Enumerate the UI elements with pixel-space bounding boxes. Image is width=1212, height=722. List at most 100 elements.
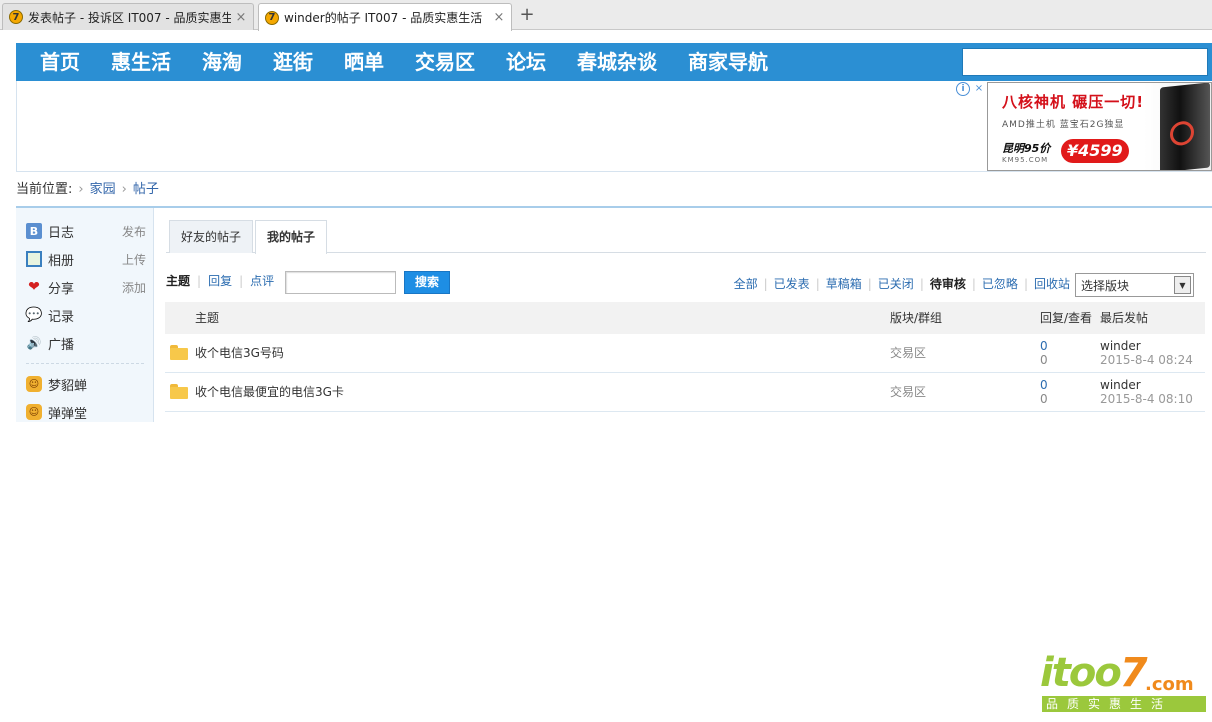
post-subject-link[interactable]: 收个电信最便宜的电信3G卡 (195, 373, 344, 412)
blog-icon: B (26, 223, 42, 239)
status-ignored[interactable]: 已忽略 (982, 274, 1018, 294)
browser-tab-title: winder的帖子 IT007 - 品质实惠生活 (284, 11, 483, 25)
search-button[interactable]: 搜索 (404, 271, 450, 294)
status-published[interactable]: 已发表 (774, 274, 810, 294)
status-pending[interactable]: 待审核 (930, 274, 966, 294)
post-tabs: 好友的帖子 我的帖子 (166, 220, 1206, 254)
sidebar-item-record: 💬 记录 (25, 305, 146, 325)
chevron-down-icon[interactable]: ▼ (1174, 276, 1191, 294)
sidebar-action-add[interactable]: 添加 (122, 279, 146, 296)
sidebar-app-label[interactable]: 弹弹堂 (48, 403, 146, 422)
breadcrumb: 当前位置: › 家园 › 帖子 (16, 180, 159, 200)
ad-banner[interactable]: 八核神机 碾压一切! AMD推土机 蓝宝石2G独显 昆明95价 KM95.COM… (987, 82, 1212, 171)
nav-item-chuncheng-talk[interactable]: 春城杂谈 (577, 43, 657, 81)
chevron-right-icon: › (78, 182, 84, 197)
post-search-input[interactable] (285, 271, 396, 294)
tab-friends-posts[interactable]: 好友的帖子 (169, 220, 254, 253)
nav-search-input[interactable] (962, 48, 1208, 76)
column-header-subject: 主题 (195, 311, 220, 325)
browser-tab-winder-posts[interactable]: 7 winder的帖子 IT007 - 品质实惠生活 × (258, 3, 512, 31)
broadcast-icon: 🔊 (26, 336, 42, 350)
ad-info-icon[interactable]: i (956, 82, 970, 96)
ad-subtitle: AMD推土机 蓝宝石2G独显 (1002, 120, 1125, 130)
table-row: 收个电信最便宜的电信3G卡 交易区 0 0 winder 2015-8-4 08… (165, 373, 1205, 412)
site-watermark-logo: itoo7 .com 品质实惠生活 (1040, 650, 1210, 716)
nav-item-merchant-guide[interactable]: 商家导航 (688, 43, 768, 81)
ad-choices[interactable]: i × (956, 82, 986, 96)
filter-thread[interactable]: 主题 (166, 271, 190, 291)
ad-price-badge: ¥4599 (1061, 139, 1129, 163)
sidebar: B 日志 发布 相册 上传 ❤ 分享 添加 💬 记录 🔊 广播 ☺ 梦貂蝉 ☺ … (16, 208, 154, 422)
pc-case-image (1160, 83, 1210, 170)
site-favicon-icon: 7 (265, 10, 279, 25)
filter-comment[interactable]: 点评 (250, 271, 274, 291)
breadcrumb-link-home[interactable]: 家园 (90, 180, 116, 200)
column-header-last-post: 最后发帖 (1100, 311, 1149, 325)
sidebar-app-label[interactable]: 梦貂蝉 (48, 375, 146, 394)
post-type-filter: 主题 | 回复 | 点评 (166, 271, 274, 291)
filter-reply[interactable]: 回复 (208, 271, 232, 291)
nav-item-home[interactable]: 首页 (40, 43, 80, 81)
album-icon (26, 251, 42, 267)
last-post: winder 2015-8-4 08:24 (1100, 339, 1193, 367)
ad-close-icon[interactable]: × (972, 82, 986, 96)
sidebar-item-label[interactable]: 记录 (48, 306, 146, 325)
browser-tab-title: 发表帖子 - 投诉区 IT007 - 品质实惠生 (28, 10, 231, 25)
chevron-right-icon: › (121, 182, 127, 197)
close-tab-icon[interactable]: × (235, 10, 247, 25)
breadcrumb-label: 当前位置: (16, 182, 73, 197)
reply-count[interactable]: 0 (1040, 378, 1048, 392)
nav-item-trade-zone[interactable]: 交易区 (415, 43, 475, 81)
post-status-filter: 全部 | 已发表 | 草稿箱 | 已关闭 | 待审核 | 已忽略 | 回收站 (734, 274, 1070, 294)
app-dandantang-icon: ☺ (26, 404, 42, 420)
sidebar-item-album: 相册 上传 (26, 249, 146, 269)
view-count: 0 (1040, 353, 1048, 367)
post-board-link[interactable]: 交易区 (890, 334, 926, 373)
main-nav-bar: 首页 惠生活 海淘 逛街 晒单 交易区 论坛 春城杂谈 商家导航 (16, 43, 1212, 81)
last-post-date: 2015-8-4 08:24 (1100, 353, 1193, 367)
view-count: 0 (1040, 392, 1048, 406)
breadcrumb-link-posts[interactable]: 帖子 (133, 180, 159, 200)
close-tab-icon[interactable]: × (493, 10, 505, 25)
last-post-author[interactable]: winder (1100, 378, 1193, 392)
tab-my-posts[interactable]: 我的帖子 (255, 220, 328, 254)
sidebar-item-label[interactable]: 日志 (48, 222, 122, 241)
site-favicon-icon: 7 (9, 10, 23, 24)
post-board-link[interactable]: 交易区 (890, 373, 926, 412)
nav-item-show-orders[interactable]: 晒单 (344, 43, 384, 81)
nav-item-haitao[interactable]: 海淘 (202, 43, 242, 81)
nav-item-shopping[interactable]: 逛街 (273, 43, 313, 81)
new-tab-button[interactable]: + (516, 6, 538, 26)
last-post-date: 2015-8-4 08:10 (1100, 392, 1193, 406)
sidebar-app-mengdiaochan[interactable]: ☺ 梦貂蝉 (26, 374, 146, 394)
post-subject-link[interactable]: 收个电信3G号码 (195, 334, 284, 373)
sidebar-item-label[interactable]: 广播 (48, 334, 146, 353)
ad-price-label: 昆明95价 (1002, 142, 1051, 155)
nav-item-forum[interactable]: 论坛 (506, 43, 546, 81)
folder-icon (170, 345, 188, 360)
column-header-board: 版块/群组 (890, 311, 943, 325)
table-row: 收个电信3G号码 交易区 0 0 winder 2015-8-4 08:24 (165, 334, 1205, 373)
sidebar-item-label[interactable]: 分享 (48, 278, 122, 297)
browser-tab-strip: 7 发表帖子 - 投诉区 IT007 - 品质实惠生 × 7 winder的帖子… (0, 0, 1212, 31)
status-closed[interactable]: 已关闭 (878, 274, 914, 294)
sidebar-app-dandantang[interactable]: ☺ 弹弹堂 (26, 402, 146, 422)
watermark-dotcom: .com (1145, 674, 1194, 695)
sidebar-action-publish[interactable]: 发布 (122, 223, 146, 240)
watermark-tagline: 品质实惠生活 (1042, 696, 1206, 712)
status-recycle-bin[interactable]: 回收站 (1034, 274, 1070, 294)
ad-headline: 八核神机 碾压一切! (1002, 93, 1145, 111)
status-all[interactable]: 全部 (734, 274, 758, 294)
browser-tab-post-complaint[interactable]: 7 发表帖子 - 投诉区 IT007 - 品质实惠生 × (2, 3, 254, 30)
board-select[interactable]: 选择版块 ▼ (1075, 273, 1194, 297)
sidebar-action-upload[interactable]: 上传 (122, 251, 146, 268)
status-drafts[interactable]: 草稿箱 (826, 274, 862, 294)
reply-count[interactable]: 0 (1040, 339, 1048, 353)
last-post: winder 2015-8-4 08:10 (1100, 378, 1193, 406)
ad-site: KM95.COM (1002, 156, 1049, 164)
last-post-author[interactable]: winder (1100, 339, 1193, 353)
post-counts: 0 0 (1040, 378, 1048, 406)
sidebar-item-label[interactable]: 相册 (48, 250, 122, 269)
nav-item-hui-life[interactable]: 惠生活 (111, 43, 171, 81)
column-header-counts: 回复/查看 (1040, 311, 1093, 325)
